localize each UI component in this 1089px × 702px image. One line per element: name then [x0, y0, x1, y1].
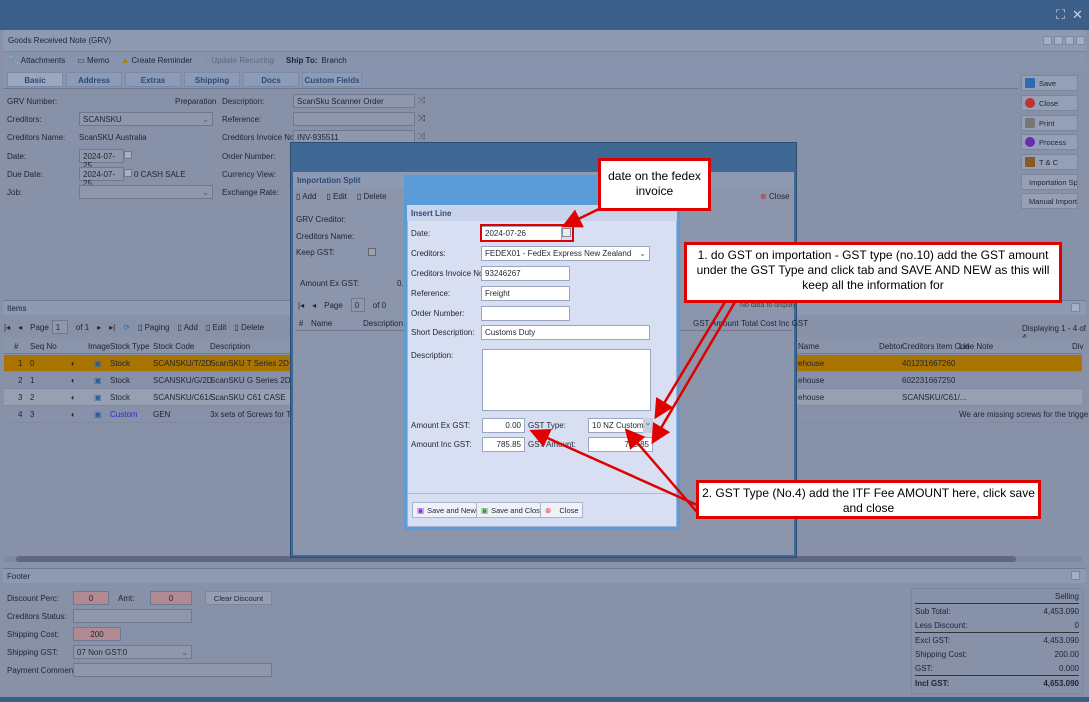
arrow-to-gst-type-2 [624, 428, 698, 513]
callout-step1: 1. do GST on importation - GST type (no.… [684, 242, 1062, 303]
callout-date: date on the fedex invoice [598, 158, 711, 211]
arrow-to-gst-amount [651, 301, 737, 445]
annotation-arrows [529, 205, 737, 513]
arrow-to-amount-ex [529, 429, 698, 507]
callout-step2: 2. GST Type (No.4) add the ITF Fee AMOUN… [696, 480, 1041, 519]
arrow-to-gst-type [654, 301, 727, 420]
